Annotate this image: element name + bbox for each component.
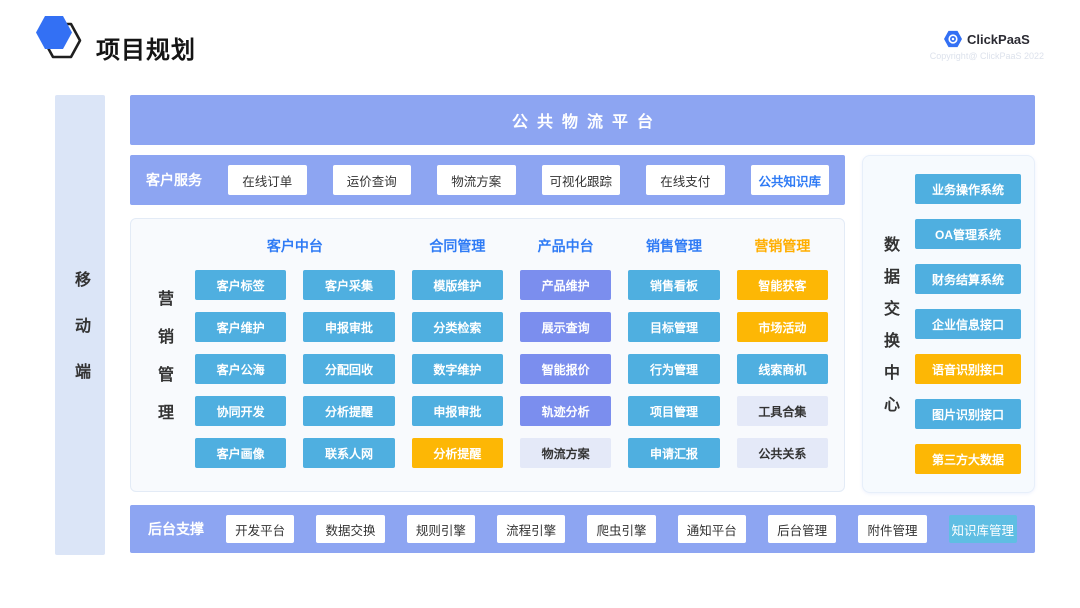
grid-cell[interactable]: 工具合集 <box>737 396 828 426</box>
customer-service-button[interactable]: 在线支付 <box>646 165 725 195</box>
customer-service-button[interactable]: 运价查询 <box>333 165 412 195</box>
hexagon-logo-icon <box>36 16 84 62</box>
grid-cell[interactable]: 展示查询 <box>520 312 611 342</box>
customer-service-buttons: 在线订单运价查询物流方案可视化跟踪在线支付公共知识库 <box>228 165 829 195</box>
backend-support-button[interactable]: 规则引擎 <box>407 515 475 543</box>
backend-support-buttons: 开发平台数据交换规则引擎流程引擎爬虫引擎通知平台后台管理附件管理知识库管理 <box>226 515 1017 543</box>
marketing-grid-panel: 营销管理 客户中台合同管理产品中台销售管理营销管理客户标签客户采集模版维护产品维… <box>130 218 845 492</box>
clickpaas-logo-icon <box>944 30 962 48</box>
data-exchange-item[interactable]: 语音识别接口 <box>915 354 1021 384</box>
sidebar-mobile-label: 移动端 <box>68 241 92 409</box>
grid-cell[interactable]: 客户维护 <box>195 312 286 342</box>
customer-service-row: 客户服务 在线订单运价查询物流方案可视化跟踪在线支付公共知识库 <box>130 155 845 205</box>
grid-cell[interactable]: 客户画像 <box>195 438 286 468</box>
grid-main: 客户中台合同管理产品中台销售管理营销管理客户标签客户采集模版维护产品维护销售看板… <box>195 219 844 491</box>
grid-cell[interactable]: 申请汇报 <box>628 438 719 468</box>
grid-cell[interactable]: 智能报价 <box>520 354 611 384</box>
grid-side-label: 营销管理 <box>151 268 175 442</box>
sidebar-mobile: 移动端 <box>55 95 105 555</box>
grid-cell[interactable]: 市场活动 <box>737 312 828 342</box>
grid-cell[interactable]: 行为管理 <box>628 354 719 384</box>
grid-cell[interactable]: 分类检索 <box>412 312 503 342</box>
grid-cell[interactable]: 数字维护 <box>412 354 503 384</box>
customer-service-button[interactable]: 公共知识库 <box>751 165 830 195</box>
grid-cell[interactable]: 联系人网 <box>303 438 394 468</box>
backend-support-button[interactable]: 开发平台 <box>226 515 294 543</box>
customer-service-button[interactable]: 物流方案 <box>437 165 516 195</box>
grid-cell[interactable]: 公共关系 <box>737 438 828 468</box>
grid-cell[interactable]: 分析提醒 <box>412 438 503 468</box>
grid-cell[interactable]: 分析提醒 <box>303 396 394 426</box>
copyright: Copyright@ ClickPaaS 2022 <box>930 51 1044 61</box>
page-title: 项目规划 <box>96 30 196 65</box>
data-exchange-item[interactable]: OA管理系统 <box>915 219 1021 249</box>
grid-cell[interactable]: 申报审批 <box>303 312 394 342</box>
backend-support-button[interactable]: 知识库管理 <box>949 515 1017 543</box>
customer-service-button[interactable]: 在线订单 <box>228 165 307 195</box>
grid-column-header: 销售管理 <box>628 234 719 258</box>
backend-support-button[interactable]: 数据交换 <box>316 515 384 543</box>
data-exchange-item[interactable]: 图片识别接口 <box>915 399 1021 429</box>
grid-cell[interactable]: 产品维护 <box>520 270 611 300</box>
brand-name: ClickPaaS <box>967 32 1030 47</box>
backend-support-button[interactable]: 附件管理 <box>858 515 926 543</box>
grid-cell[interactable]: 物流方案 <box>520 438 611 468</box>
data-exchange-item[interactable]: 业务操作系统 <box>915 174 1021 204</box>
grid-side-label-wrap: 营销管理 <box>131 219 195 491</box>
data-exchange-item[interactable]: 第三方大数据 <box>915 444 1021 474</box>
grid-cell[interactable]: 销售看板 <box>628 270 719 300</box>
backend-support-row: 后台支撑 开发平台数据交换规则引擎流程引擎爬虫引擎通知平台后台管理附件管理知识库… <box>130 505 1035 553</box>
top-banner-label: 公共物流平台 <box>503 108 662 132</box>
data-exchange-items: 业务操作系统 OA管理系统财务结算系统企业信息接口语音识别接口图片识别接口第三方大… <box>915 156 1034 492</box>
brand-block: ClickPaaS Copyright@ ClickPaaS 2022 <box>930 30 1044 61</box>
customer-service-button[interactable]: 可视化跟踪 <box>542 165 621 195</box>
top-banner: 公共物流平台 <box>130 95 1035 145</box>
backend-support-button[interactable]: 后台管理 <box>768 515 836 543</box>
grid-column-header: 产品中台 <box>520 234 611 258</box>
grid-column-header: 客户中台 <box>195 234 395 258</box>
grid-cell[interactable]: 客户标签 <box>195 270 286 300</box>
grid-cell[interactable]: 客户采集 <box>303 270 394 300</box>
grid-column-header: 合同管理 <box>412 234 503 258</box>
page: 项目规划 ClickPaaS Copyright@ ClickPaaS 2022… <box>0 0 1080 608</box>
customer-service-label: 客户服务 <box>146 170 202 190</box>
grid-cell[interactable]: 线索商机 <box>737 354 828 384</box>
grid-cell[interactable]: 项目管理 <box>628 396 719 426</box>
grid-column-header: 营销管理 <box>737 234 828 258</box>
grid-cell[interactable]: 目标管理 <box>628 312 719 342</box>
backend-support-button[interactable]: 爬虫引擎 <box>587 515 655 543</box>
grid-cell[interactable]: 分配回收 <box>303 354 394 384</box>
data-exchange-item[interactable]: 财务结算系统 <box>915 264 1021 294</box>
grid-cell[interactable]: 模版维护 <box>412 270 503 300</box>
data-exchange-panel: 数据交换中心 业务操作系统 OA管理系统财务结算系统企业信息接口语音识别接口图片识… <box>862 155 1035 493</box>
backend-support-button[interactable]: 流程引擎 <box>497 515 565 543</box>
data-exchange-label: 数据交换中心 <box>877 220 901 428</box>
backend-support-label: 后台支撑 <box>148 519 204 539</box>
grid-cell[interactable]: 申报审批 <box>412 396 503 426</box>
data-exchange-item[interactable]: 企业信息接口 <box>915 309 1021 339</box>
grid-cell[interactable]: 协同开发 <box>195 396 286 426</box>
grid-cell[interactable]: 智能获客 <box>737 270 828 300</box>
data-exchange-label-wrap: 数据交换中心 <box>863 156 915 492</box>
backend-support-button[interactable]: 通知平台 <box>678 515 746 543</box>
grid-cell[interactable]: 轨迹分析 <box>520 396 611 426</box>
grid-cell[interactable]: 客户公海 <box>195 354 286 384</box>
